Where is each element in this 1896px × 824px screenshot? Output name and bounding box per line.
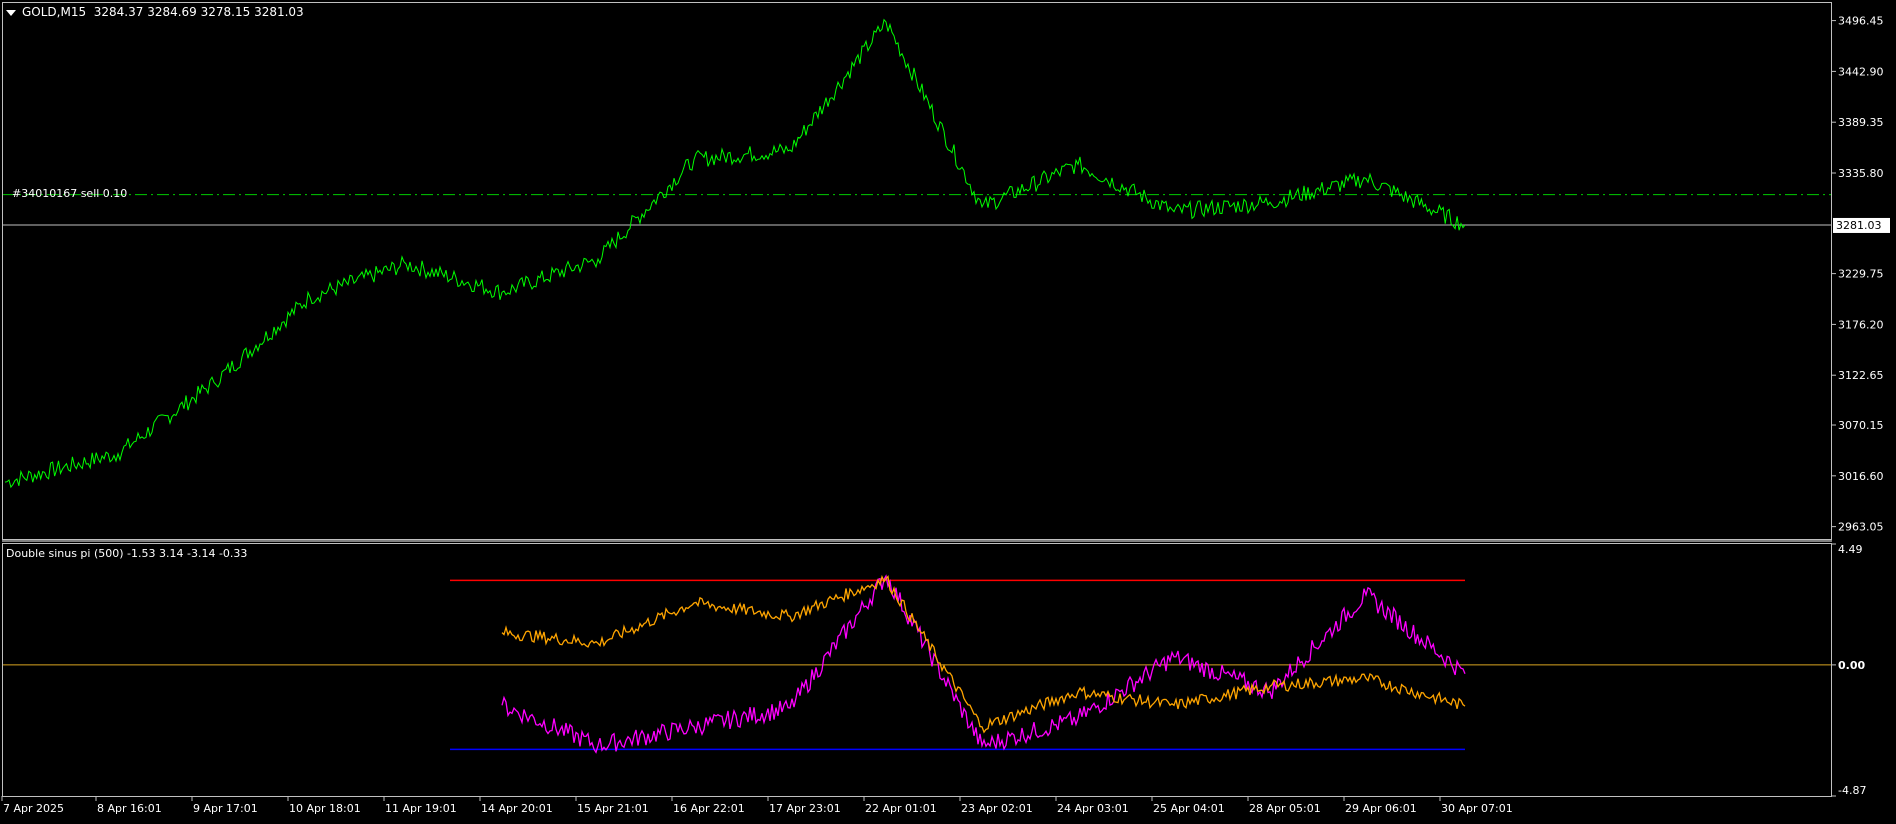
- price-tick-label: 3496.45: [1838, 15, 1884, 28]
- time-tick-label: 30 Apr 07:01: [1441, 802, 1513, 815]
- collapse-triangle-icon[interactable]: [6, 9, 16, 16]
- time-tick-label: 25 Apr 04:01: [1153, 802, 1225, 815]
- time-tick-label: 10 Apr 18:01: [289, 802, 361, 815]
- time-tick-label: 11 Apr 19:01: [385, 802, 457, 815]
- time-tick-label: 17 Apr 23:01: [769, 802, 841, 815]
- price-tick-label: 3176.20: [1838, 318, 1884, 331]
- current-price-tag: 3281.03: [1833, 217, 1890, 233]
- sinus-series-magenta: [501, 574, 1466, 754]
- indicator-title: Double sinus pi (500) -1.53 3.14 -3.14 -…: [6, 547, 248, 560]
- price-tick-label: 2963.05: [1838, 521, 1884, 534]
- time-tick-label: 7 Apr 2025: [3, 802, 64, 815]
- price-axis: 3496.45 3442.90 3389.35 3335.80 3229.75 3176.…: [1831, 15, 1884, 534]
- price-tick-label: 3229.75: [1838, 268, 1884, 281]
- time-tick-label: 22 Apr 01:01: [865, 802, 937, 815]
- indicator-tick-label: 0.00: [1838, 659, 1865, 672]
- price-tick-label: 3122.65: [1838, 369, 1884, 382]
- symbol-header[interactable]: GOLD,M15 3284.37 3284.69 3278.15 3281.03: [6, 5, 304, 19]
- price-tick-label: 3335.80: [1838, 167, 1884, 180]
- time-tick-label: 23 Apr 02:01: [961, 802, 1033, 815]
- time-tick-label: 15 Apr 21:01: [577, 802, 649, 815]
- indicator-axis: 4.49 0.00 -4.87: [1831, 543, 1866, 797]
- time-axis: 7 Apr 2025 8 Apr 16:01 9 Apr 17:01 10 Apr 1…: [1, 796, 1513, 815]
- chart-canvas[interactable]: 3496.45 3442.90 3389.35 3335.80 3229.75 3176.…: [0, 0, 1896, 820]
- time-tick-label: 16 Apr 22:01: [673, 802, 745, 815]
- order-label[interactable]: #34010167 sell 0.10: [12, 187, 127, 200]
- time-tick-label: 29 Apr 06:01: [1345, 802, 1417, 815]
- chart-window[interactable]: 3496.45 3442.90 3389.35 3335.80 3229.75 3176.…: [0, 0, 1896, 820]
- ohlc-values: 3284.37 3284.69 3278.15 3281.03: [93, 5, 304, 19]
- indicator-panel-frame: [2, 543, 1832, 797]
- current-price-label: 3281.03: [1836, 219, 1882, 232]
- price-tick-label: 3016.60: [1838, 470, 1884, 483]
- price-tick-label: 3389.35: [1838, 116, 1884, 129]
- sinus-series-orange: [501, 574, 1466, 734]
- time-tick-label: 24 Apr 03:01: [1057, 802, 1129, 815]
- time-tick-label: 14 Apr 20:01: [481, 802, 553, 815]
- time-tick-label: 28 Apr 05:01: [1249, 802, 1321, 815]
- indicator-tick-label: 4.49: [1838, 543, 1863, 556]
- time-tick-label: 8 Apr 16:01: [97, 802, 162, 815]
- price-series-line: [4, 18, 1466, 489]
- price-tick-label: 3070.15: [1838, 419, 1884, 432]
- indicator-tick-label: -4.87: [1838, 784, 1866, 797]
- symbol-name: GOLD,M15: [22, 5, 87, 19]
- time-tick-label: 9 Apr 17:01: [193, 802, 258, 815]
- price-tick-label: 3442.90: [1838, 65, 1884, 78]
